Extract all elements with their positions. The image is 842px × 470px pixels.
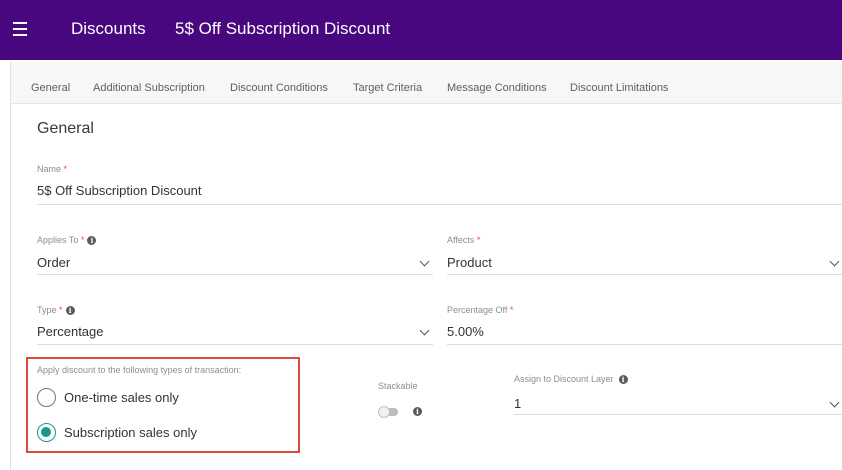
affects-select[interactable]: Product [447, 255, 492, 270]
percentage-off-underline [447, 344, 842, 345]
type-underline [37, 344, 433, 345]
applies-to-label: Applies To * i [37, 235, 97, 246]
toggle-knob [378, 406, 390, 418]
discount-layer-label: Assign to Discount Layer i [514, 374, 628, 385]
info-icon[interactable]: i [87, 236, 97, 246]
required-mark: * [80, 235, 85, 245]
one-time-sales-label[interactable]: One-time sales only [64, 390, 179, 405]
discount-layer-underline [514, 414, 842, 415]
tab-additional-subscription[interactable]: Additional Subscription [93, 82, 205, 94]
breadcrumb-discounts[interactable]: Discounts [71, 19, 146, 39]
info-icon[interactable]: i [65, 306, 75, 316]
section-title: General [37, 120, 94, 137]
hamburger-menu-icon[interactable] [13, 22, 27, 36]
radio-selected-dot [41, 427, 51, 437]
one-time-sales-radio[interactable] [37, 388, 56, 407]
type-select[interactable]: Percentage [37, 324, 104, 339]
stackable-label: Stackable [378, 381, 418, 391]
required-mark: * [509, 305, 514, 315]
name-underline [37, 204, 842, 205]
name-label: Name * [37, 164, 68, 174]
subscription-sales-label[interactable]: Subscription sales only [64, 425, 197, 440]
tab-bar: General Additional Subscription Discount… [11, 62, 842, 104]
info-icon[interactable]: i [413, 407, 422, 417]
tab-discount-limitations[interactable]: Discount Limitations [570, 82, 668, 94]
applies-to-underline [37, 274, 433, 275]
tab-discount-conditions[interactable]: Discount Conditions [230, 82, 328, 94]
page-title: 5$ Off Subscription Discount [175, 19, 391, 38]
stackable-info: i [410, 406, 422, 417]
info-icon[interactable]: i [618, 375, 628, 385]
tab-target-criteria[interactable]: Target Criteria [353, 82, 422, 94]
percentage-off-input[interactable]: 5.00% [447, 324, 484, 339]
transaction-types-label: Apply discount to the following types of… [37, 365, 242, 375]
type-label: Type * i [37, 305, 75, 316]
stackable-toggle[interactable] [378, 406, 400, 418]
app-bar: Discounts 5$ Off Subscription Discount [0, 0, 842, 60]
required-mark: * [63, 164, 68, 174]
affects-label: Affects * [447, 235, 481, 245]
tab-general[interactable]: General [31, 82, 70, 94]
required-mark: * [476, 235, 481, 245]
required-mark: * [59, 305, 63, 315]
name-field[interactable]: 5$ Off Subscription Discount [37, 183, 202, 198]
discount-layer-select[interactable]: 1 [514, 396, 521, 411]
applies-to-select[interactable]: Order [37, 255, 70, 270]
tab-message-conditions[interactable]: Message Conditions [447, 82, 547, 94]
percentage-off-label: Percentage Off * [447, 305, 514, 315]
subscription-sales-radio[interactable] [37, 423, 56, 442]
affects-underline [447, 274, 842, 275]
